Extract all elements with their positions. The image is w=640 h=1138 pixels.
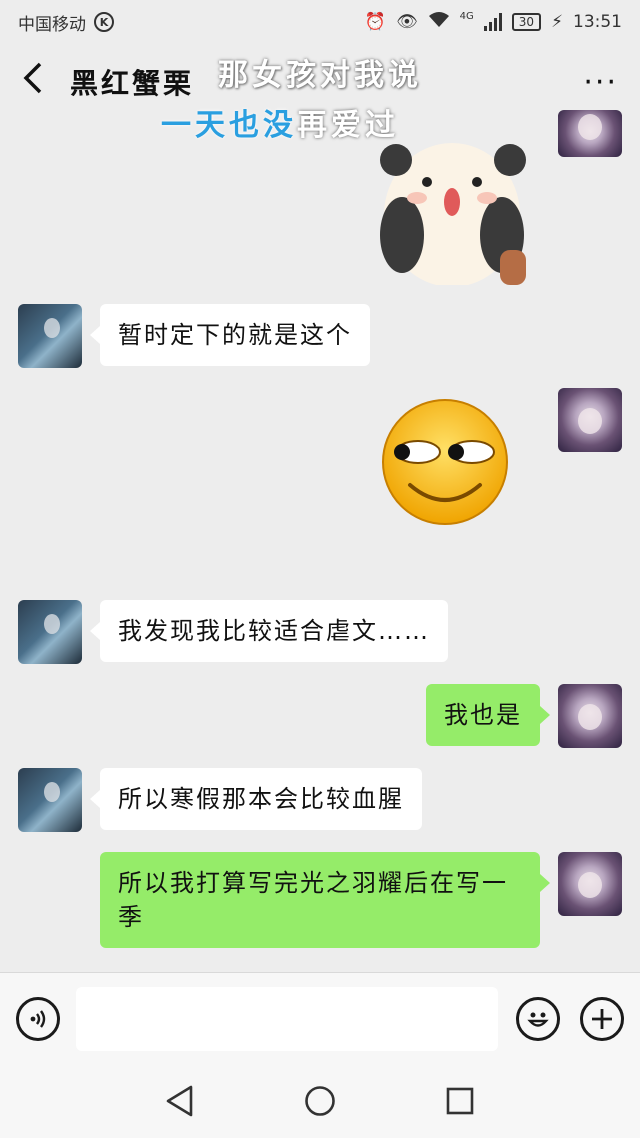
status-indicators: ⏰ 👁 4G 30 ⚡ 13:51 xyxy=(365,11,622,34)
status-time: 13:51 xyxy=(573,12,622,32)
message-bubble[interactable]: 我发现我比较适合虐文…… xyxy=(90,600,448,662)
network-type: 4G xyxy=(459,10,474,22)
more-icon[interactable]: ··· xyxy=(583,65,618,100)
chat-header: 黑红蟹栗 ··· xyxy=(0,44,640,120)
other-avatar[interactable] xyxy=(18,304,82,368)
signal-icon xyxy=(483,13,502,31)
carrier-name: 中国移动 xyxy=(18,14,86,35)
emoji-icon[interactable] xyxy=(516,996,560,1041)
input-bar xyxy=(0,972,640,1064)
other-avatar[interactable] xyxy=(18,600,82,664)
self-avatar[interactable] xyxy=(558,110,622,157)
message-bubble[interactable]: 所以我打算写完光之羽耀后在写一季 xyxy=(100,852,550,948)
back-icon[interactable] xyxy=(22,61,62,104)
message-bubble[interactable]: 所以寒假那本会比较血腥 xyxy=(90,768,422,830)
self-avatar[interactable] xyxy=(558,684,622,748)
nav-back-icon[interactable] xyxy=(156,1077,204,1125)
eye-icon: 👁 xyxy=(396,12,418,32)
alarm-icon: ⏰ xyxy=(364,12,387,32)
plus-icon[interactable] xyxy=(580,996,624,1041)
self-avatar[interactable] xyxy=(558,388,622,452)
charging-icon: ⚡ xyxy=(551,12,563,32)
status-bar: 中国移动 K ⏰ 👁 4G 30 ⚡ 13:51 xyxy=(0,0,640,44)
carrier-info: 中国移动 K xyxy=(18,10,114,35)
other-avatar[interactable] xyxy=(18,768,82,832)
chat-title: 黑红蟹栗 xyxy=(70,67,195,100)
nav-recents-icon[interactable] xyxy=(436,1077,484,1125)
panda-sticker[interactable] xyxy=(372,120,532,285)
voice-icon[interactable] xyxy=(16,996,60,1041)
chat-area[interactable]: 暂时定下的就是这个 我发现我比较适合虐文…… 我也是 所以寒假那本会比较血腥 所… xyxy=(0,110,640,972)
smirk-emoji-sticker[interactable] xyxy=(380,397,510,527)
message-bubble[interactable]: 暂时定下的就是这个 xyxy=(90,304,370,366)
message-bubble[interactable]: 我也是 xyxy=(426,684,550,746)
battery-icon: 30 xyxy=(511,13,542,31)
self-avatar[interactable] xyxy=(558,852,622,916)
wifi-icon xyxy=(428,11,450,34)
system-nav-bar xyxy=(0,1064,640,1138)
k-badge-icon: K xyxy=(94,12,114,32)
nav-home-icon[interactable] xyxy=(296,1077,344,1125)
message-input[interactable] xyxy=(76,986,498,1051)
